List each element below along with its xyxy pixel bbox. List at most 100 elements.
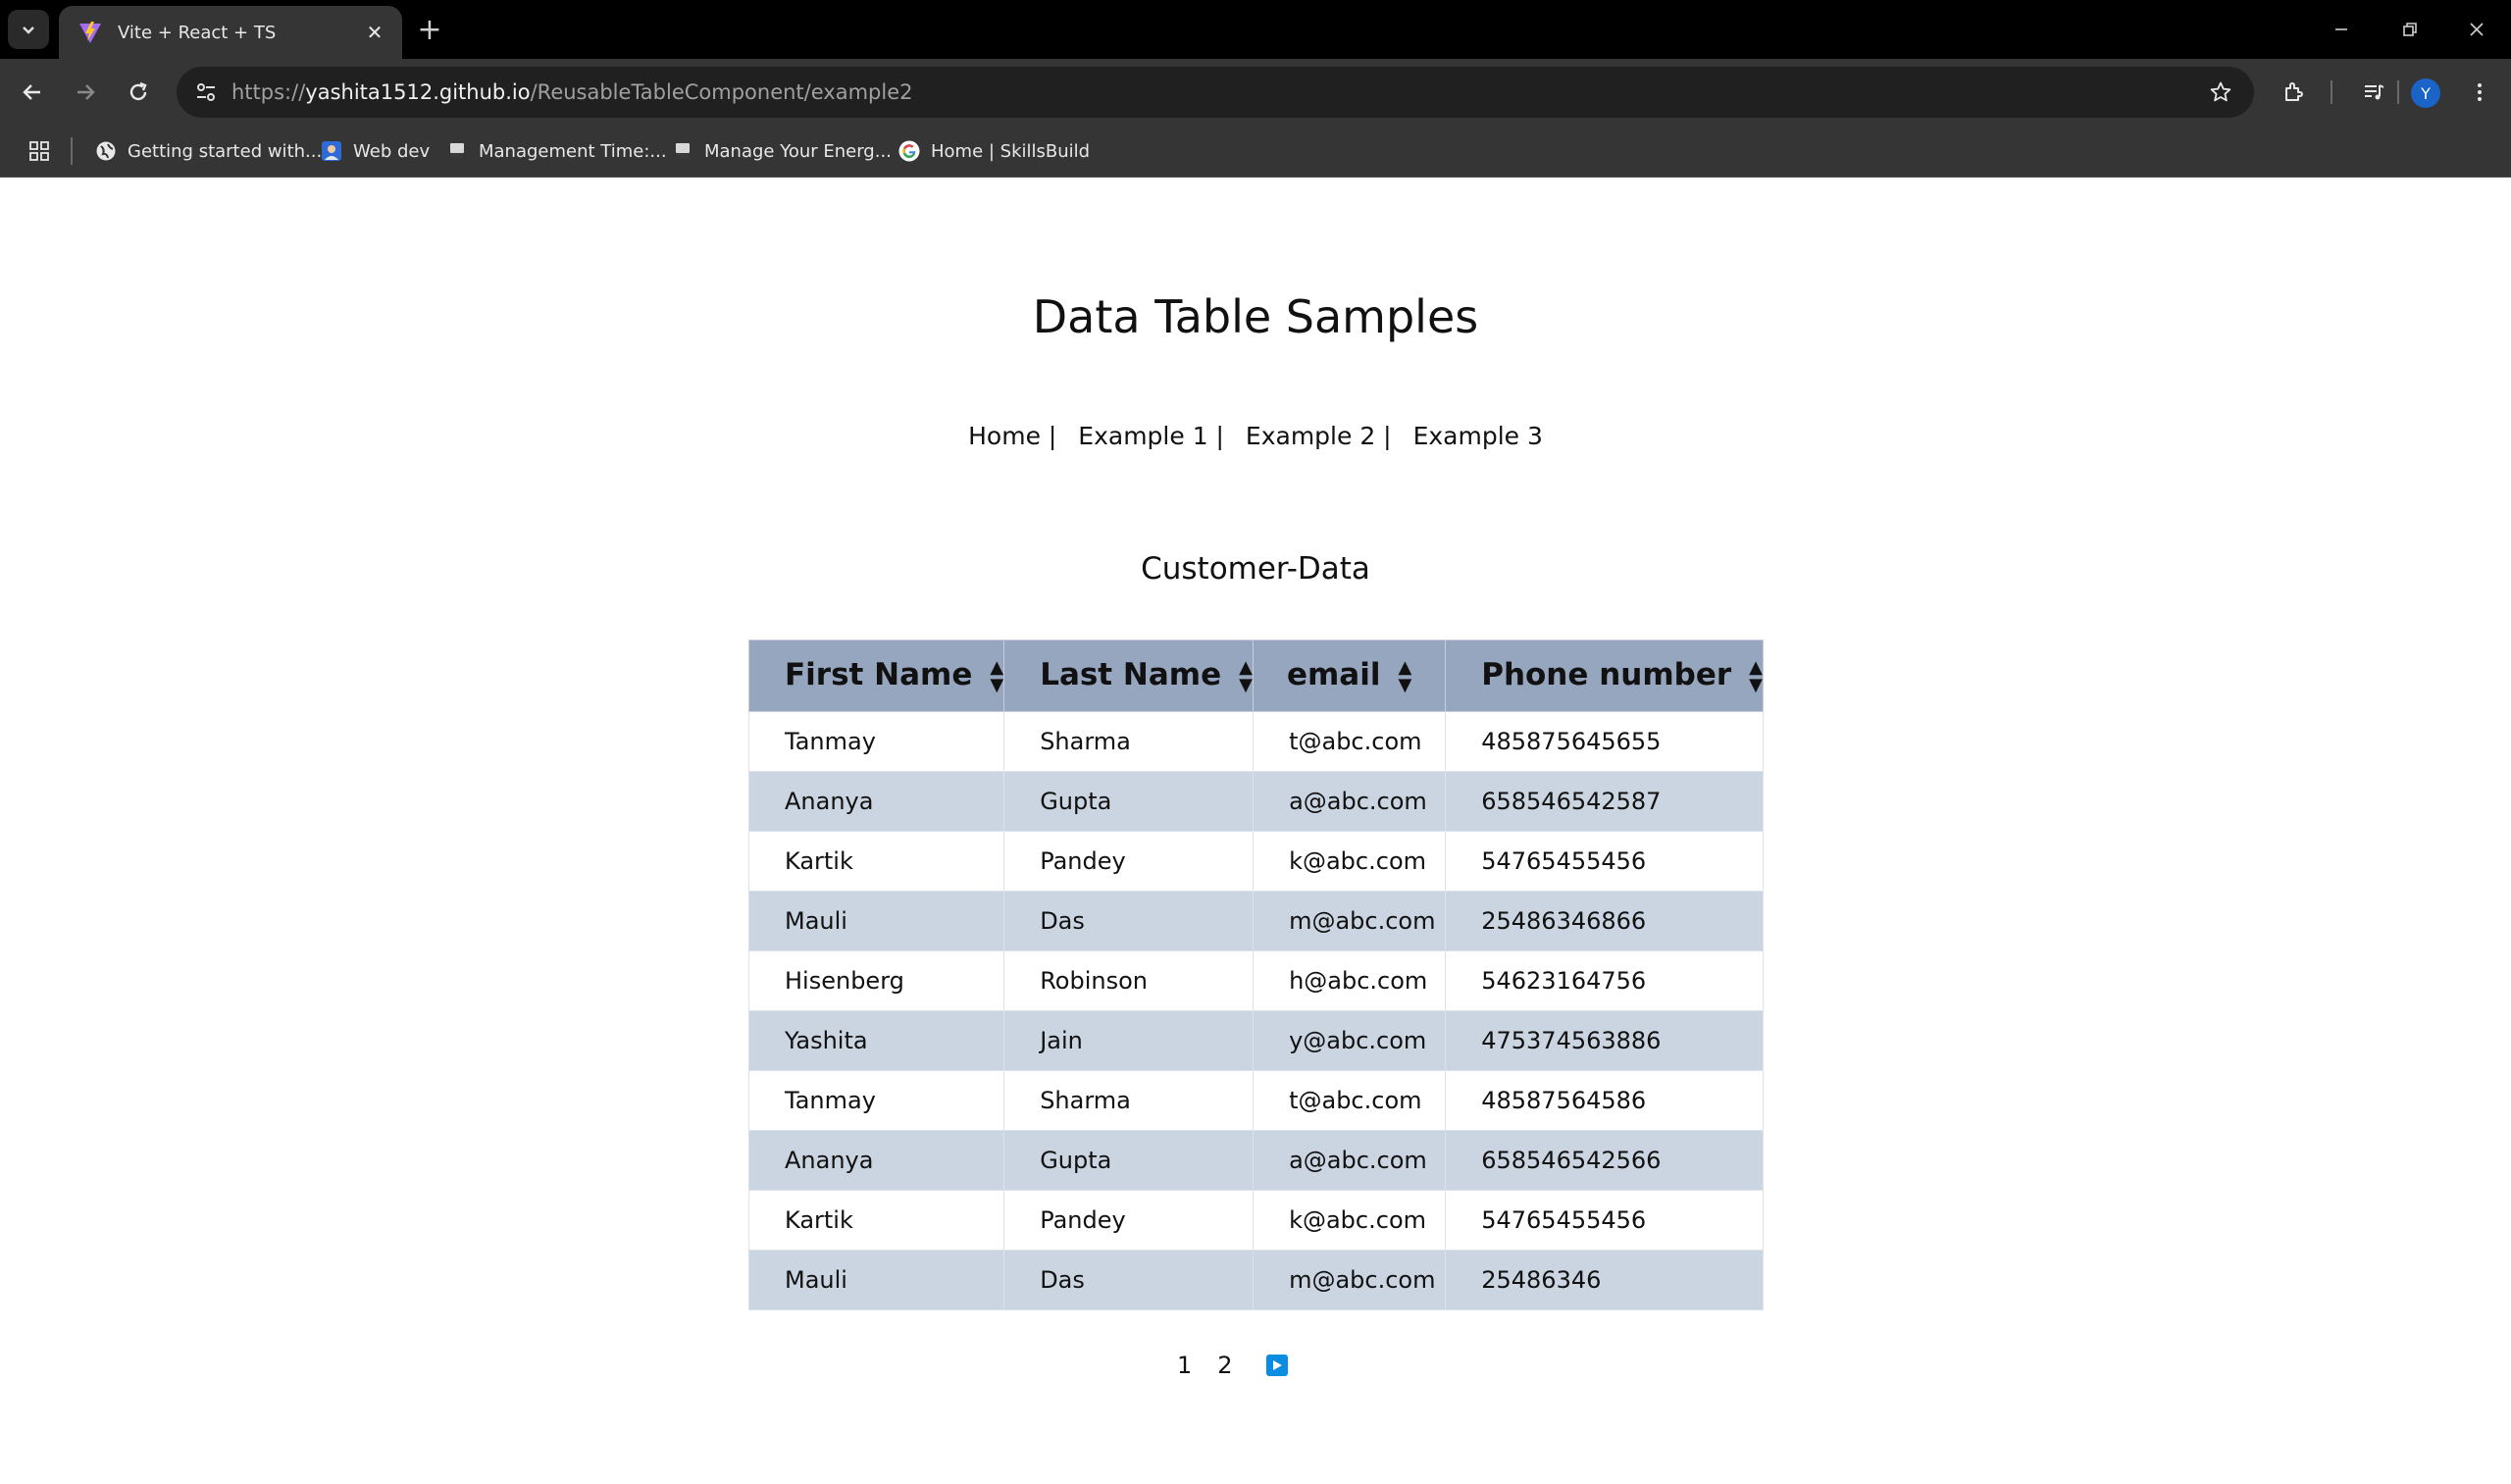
nav-link-example-1[interactable]: Example 1 | <box>1078 422 1224 450</box>
browser-tab[interactable]: Vite + React + TS ✕ <box>59 6 402 59</box>
cell-first-name: Mauli <box>747 891 1005 951</box>
cell-first-name: Yashita <box>747 1010 1005 1071</box>
cell-last-name: Das <box>1003 891 1255 951</box>
nav-link-example-3[interactable]: Example 3 <box>1413 422 1543 450</box>
table-row: Ananya Gupta a@abc.com 658546542587 <box>747 771 1764 832</box>
globe-icon <box>94 139 118 163</box>
table-row: Kartik Pandey k@abc.com 54765455456 <box>747 1190 1764 1251</box>
column-header-first-name[interactable]: First Name ▲ ▼ <box>747 640 1005 712</box>
sort-icon[interactable]: ▲ ▼ <box>990 658 1003 694</box>
sort-icon[interactable]: ▲ ▼ <box>1239 658 1253 694</box>
address-bar[interactable]: https://yashita1512.github.io/ReusableTa… <box>177 67 2254 118</box>
table-row: Tanmay Sharma t@abc.com 48587564586 <box>747 1070 1764 1131</box>
bookmark-item[interactable]: Management Time:... <box>445 131 667 171</box>
cell-email: k@abc.com <box>1253 1190 1447 1251</box>
next-page-button[interactable] <box>1265 1355 1288 1376</box>
bookmark-label: Home | SkillsBuild <box>931 140 1091 162</box>
column-header-email[interactable]: email ▲ ▼ <box>1253 640 1447 712</box>
sort-icon[interactable]: ▲ ▼ <box>1749 658 1763 694</box>
cell-last-name: Pandey <box>1003 831 1255 892</box>
cell-last-name: Jain <box>1003 1010 1255 1071</box>
cell-phone-number: 54765455456 <box>1445 1190 1764 1251</box>
bookmark-item[interactable]: Web dev <box>320 131 430 171</box>
close-tab-icon[interactable]: ✕ <box>361 19 388 46</box>
column-header-label: email <box>1286 657 1381 693</box>
url-text: https://yashita1512.github.io/ReusableTa… <box>231 67 913 118</box>
url-host: yashita1512.github.io <box>305 80 531 104</box>
url-scheme: https:// <box>231 80 306 104</box>
page-icon <box>445 139 469 163</box>
nav-link-example-2[interactable]: Example 2 | <box>1246 422 1392 450</box>
cell-email: t@abc.com <box>1253 1070 1447 1131</box>
cell-phone-number: 658546542566 <box>1445 1130 1764 1191</box>
back-button[interactable] <box>13 73 52 112</box>
cell-phone-number: 25486346 <box>1445 1250 1764 1310</box>
apps-grid-icon[interactable] <box>24 135 55 167</box>
column-header-label: Last Name <box>1040 657 1222 693</box>
cell-email: a@abc.com <box>1253 1130 1447 1191</box>
cell-phone-number: 48587564586 <box>1445 1070 1764 1131</box>
column-header-label: First Name <box>785 657 973 693</box>
arrow-right-icon <box>77 84 95 100</box>
cell-email: k@abc.com <box>1253 831 1447 892</box>
minimize-icon[interactable] <box>2317 12 2366 47</box>
forward-button[interactable] <box>66 73 105 112</box>
cell-first-name: Ananya <box>747 1130 1005 1191</box>
cell-first-name: Tanmay <box>747 1070 1005 1131</box>
close-window-icon[interactable] <box>2452 12 2501 47</box>
section-title: Customer-Data <box>1141 551 1370 587</box>
bookmark-label: Manage Your Energ... <box>704 140 892 162</box>
cell-last-name: Sharma <box>1003 1070 1255 1131</box>
bookmarks-divider <box>71 137 73 165</box>
profile-avatar[interactable]: Y <box>2411 78 2440 108</box>
page-link-1[interactable]: 1 <box>1177 1352 1192 1379</box>
column-header-label: Phone number <box>1481 657 1732 693</box>
toolbar-divider <box>2397 80 2399 104</box>
table-row: Mauli Das m@abc.com 25486346866 <box>747 891 1764 951</box>
table-row: Mauli Das m@abc.com 25486346 <box>747 1250 1764 1310</box>
cell-first-name: Kartik <box>747 1190 1005 1251</box>
play-icon <box>1272 1360 1282 1370</box>
cell-last-name: Gupta <box>1003 1130 1255 1191</box>
sort-icon[interactable]: ▲ ▼ <box>1398 658 1411 694</box>
page-icon <box>671 139 694 163</box>
cell-phone-number: 475374563886 <box>1445 1010 1764 1071</box>
site-info-icon[interactable] <box>190 77 222 108</box>
restore-icon[interactable] <box>2385 12 2434 47</box>
cell-last-name: Sharma <box>1003 711 1255 772</box>
extensions-icon[interactable] <box>2274 73 2313 112</box>
cell-email: a@abc.com <box>1253 771 1447 832</box>
table-body: Tanmay Sharma t@abc.com 485875645655 Ananya G… <box>747 711 1764 1310</box>
tab-search-button[interactable] <box>8 10 49 49</box>
bookmark-item[interactable]: Getting started with... <box>94 131 322 171</box>
cell-last-name: Robinson <box>1003 950 1255 1011</box>
cell-email: m@abc.com <box>1253 1250 1447 1310</box>
bookmark-label: Getting started with... <box>128 140 323 162</box>
bookmark-label: Management Time:... <box>479 140 667 162</box>
cell-last-name: Gupta <box>1003 771 1255 832</box>
reload-icon <box>129 81 147 101</box>
bookmark-item[interactable]: Home | SkillsBuild <box>897 131 1090 171</box>
chevron-down-icon <box>23 26 34 34</box>
table-row: Tanmay Sharma t@abc.com 485875645655 <box>747 711 1764 772</box>
cell-first-name: Hisenberg <box>747 950 1005 1011</box>
bookmark-star-icon[interactable] <box>2205 77 2236 108</box>
new-tab-button[interactable]: + <box>412 12 447 47</box>
table-row: Kartik Pandey k@abc.com 54765455456 <box>747 831 1764 892</box>
bookmark-label: Web dev <box>353 140 431 162</box>
media-controls-icon[interactable] <box>2354 73 2393 112</box>
bookmark-item[interactable]: Manage Your Energ... <box>671 131 892 171</box>
column-header-last-name[interactable]: Last Name ▲ ▼ <box>1003 640 1255 712</box>
cell-phone-number: 485875645655 <box>1445 711 1764 772</box>
cell-phone-number: 658546542587 <box>1445 771 1764 832</box>
reload-button[interactable] <box>119 73 158 112</box>
column-header-phone-number[interactable]: Phone number ▲ ▼ <box>1445 640 1764 712</box>
table-row: Hisenberg Robinson h@abc.com 54623164756 <box>747 950 1764 1011</box>
cell-email: y@abc.com <box>1253 1010 1447 1071</box>
page-link-2[interactable]: 2 <box>1217 1352 1232 1379</box>
vite-logo-icon <box>77 19 104 46</box>
cell-phone-number: 54623164756 <box>1445 950 1764 1011</box>
menu-kebab-icon[interactable] <box>2460 73 2499 112</box>
url-path: /ReusableTableComponent/example2 <box>530 80 913 104</box>
nav-link-home[interactable]: Home | <box>968 422 1056 450</box>
